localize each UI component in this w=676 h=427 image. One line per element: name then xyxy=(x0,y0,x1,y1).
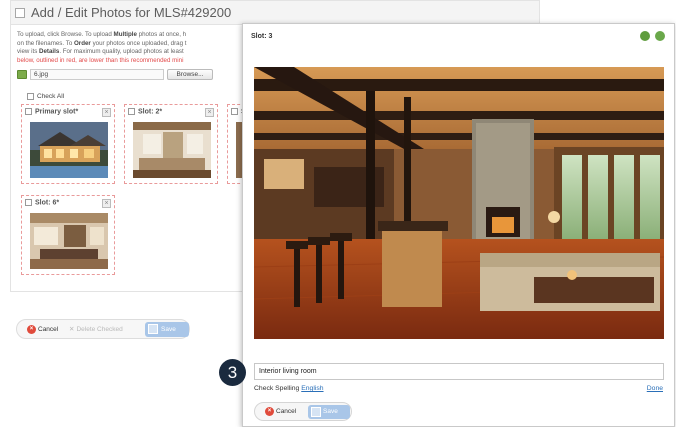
cancel-button[interactable]: × Cancel xyxy=(27,324,58,336)
check-all-checkbox[interactable] xyxy=(27,93,34,100)
slot-checkbox[interactable] xyxy=(25,199,32,206)
close-icon[interactable]: × xyxy=(102,199,111,208)
slot-label: Primary slot* xyxy=(35,108,79,116)
upload-instructions: To upload, click Browse. To upload Multi… xyxy=(17,31,187,64)
check-spelling-label: Check Spelling xyxy=(254,385,300,392)
cancel-circle-icon: × xyxy=(27,324,36,334)
delete-x-icon: ✕ xyxy=(69,326,75,333)
slot-detail-dialog: Slot: 3 Interior living room Check Spell… xyxy=(242,23,675,427)
close-icon[interactable]: × xyxy=(205,108,214,117)
slot-checkbox[interactable] xyxy=(128,108,135,115)
slot-thumbnail xyxy=(133,122,211,178)
check-all-label: Check All xyxy=(37,93,65,100)
dialog-cancel-button[interactable]: × Cancel xyxy=(265,406,296,418)
slot-label: Slot: 2* xyxy=(138,108,163,116)
slot-checkbox[interactable] xyxy=(25,108,32,115)
resolution-warning: below, outlined in red, are lower than t… xyxy=(17,56,184,64)
slot-label: Slot: 6* xyxy=(35,199,60,207)
delete-checked-button[interactable]: ✕ Delete Checked xyxy=(69,324,123,336)
check-spelling-row: Check Spelling English xyxy=(254,385,324,392)
photo-slot-6[interactable]: Slot: 6* × xyxy=(21,195,115,275)
dialog-title: Slot: 3 xyxy=(251,33,273,40)
step-number-badge: 3 xyxy=(219,359,246,386)
checkbox-icon[interactable] xyxy=(15,8,25,18)
dialog-save-button[interactable]: Save xyxy=(308,405,350,419)
rotate-left-icon[interactable] xyxy=(640,31,650,41)
close-icon[interactable]: × xyxy=(102,108,111,117)
caption-input[interactable]: Interior living room xyxy=(254,363,664,380)
cancel-circle-icon: × xyxy=(265,406,274,416)
spelling-language-link[interactable]: English xyxy=(301,385,323,392)
dialog-actions: × Cancel Save xyxy=(254,402,352,421)
save-disk-icon xyxy=(311,407,321,417)
done-link[interactable]: Done xyxy=(647,385,663,392)
slot-checkbox[interactable] xyxy=(231,108,238,115)
photo-slot-primary[interactable]: Primary slot* × xyxy=(21,104,115,184)
window-title: Add / Edit Photos for MLS#429200 xyxy=(31,5,232,20)
rotate-right-icon[interactable] xyxy=(655,31,665,41)
image-file-icon xyxy=(17,70,27,79)
file-path-input[interactable]: 6.jpg xyxy=(30,69,164,80)
photo-slot-2[interactable]: Slot: 2* × xyxy=(124,104,218,184)
browse-button[interactable]: Browse... xyxy=(167,69,213,80)
save-disk-icon xyxy=(148,324,158,334)
save-button[interactable]: Save xyxy=(145,322,189,337)
slot-thumbnail xyxy=(30,122,108,178)
slot-thumbnail xyxy=(30,213,108,269)
check-all-row[interactable]: Check All xyxy=(27,93,64,100)
window-title-bar: Add / Edit Photos for MLS#429200 xyxy=(11,1,539,25)
slot-photo xyxy=(254,67,664,339)
photo-editor-actions: × Cancel ✕ Delete Checked Save xyxy=(16,319,190,339)
